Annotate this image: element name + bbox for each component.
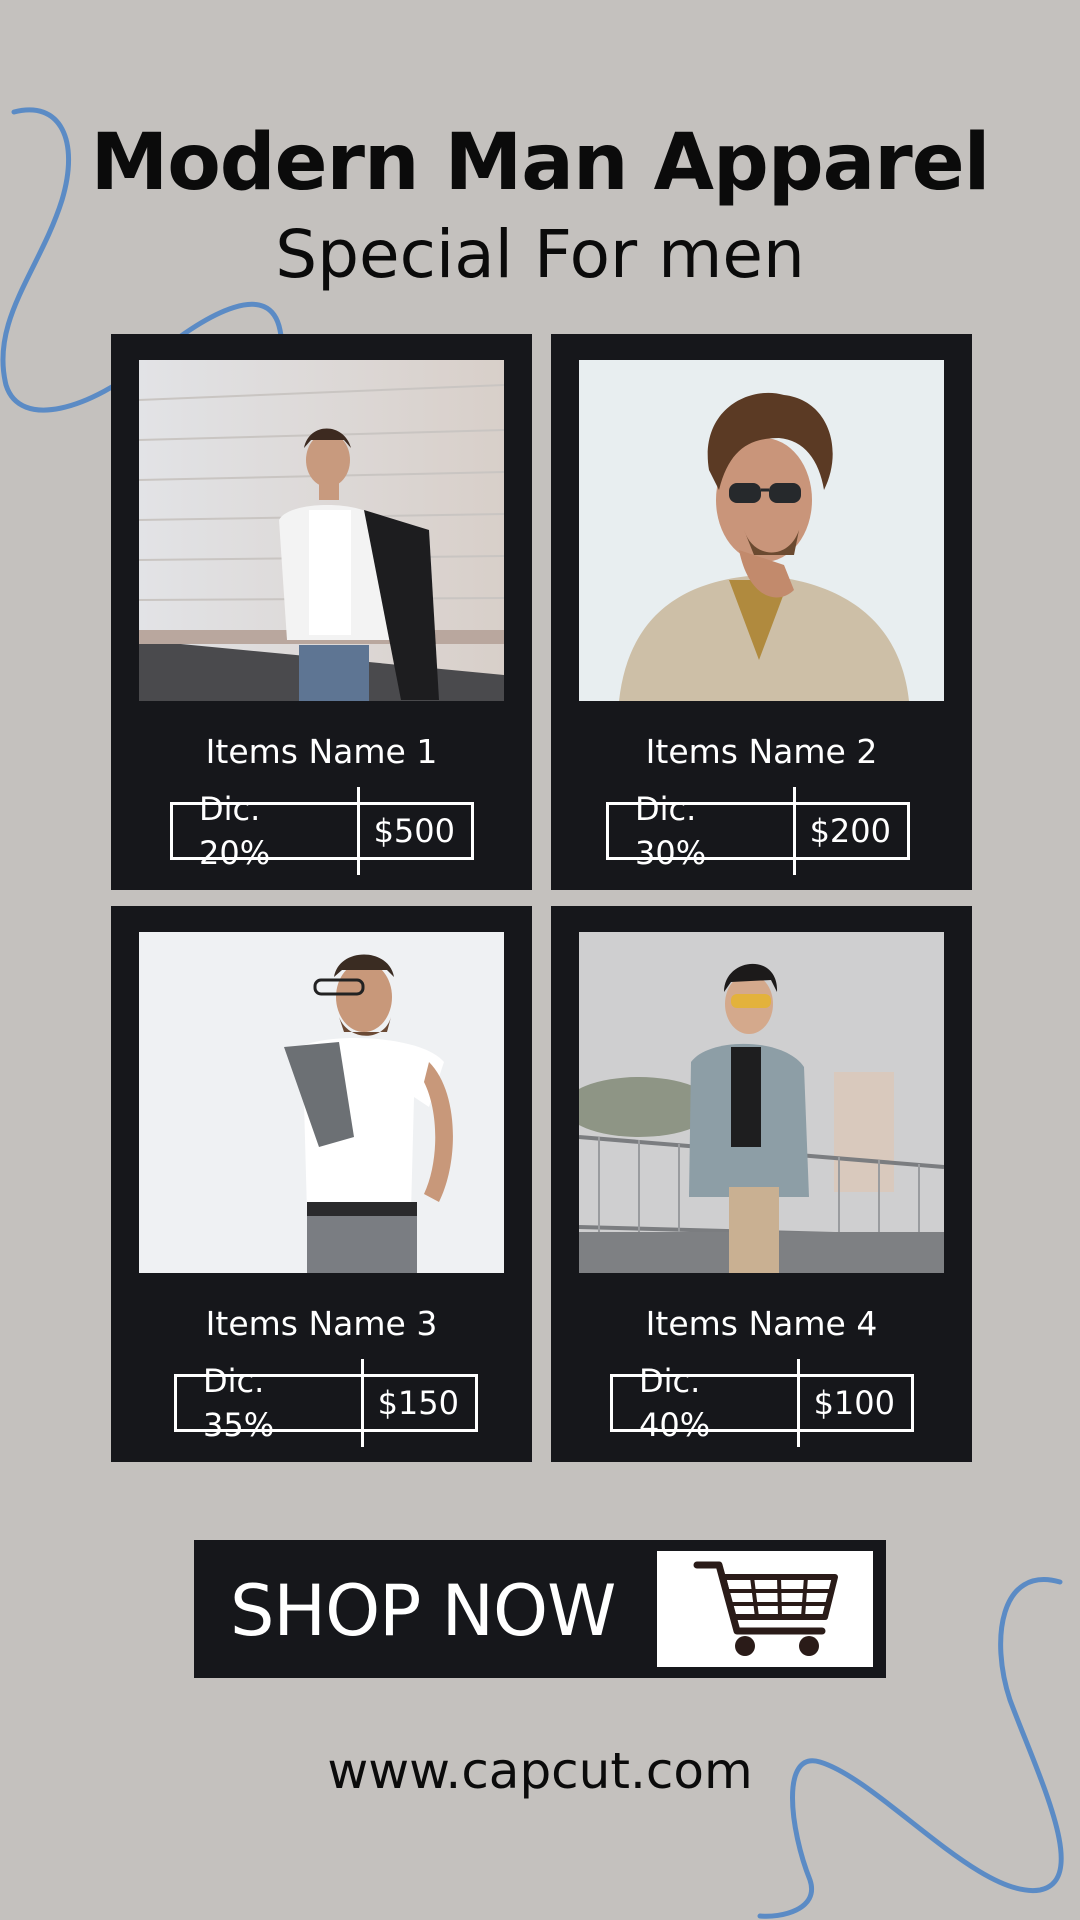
product-photo-1[interactable] bbox=[139, 360, 504, 701]
product-card-3[interactable]: Items Name 3 Dic. 35% $150 bbox=[111, 906, 532, 1462]
product-card-1[interactable]: Items Name 1 Dic. 20% $500 bbox=[111, 334, 532, 890]
product-card-4[interactable]: Items Name 4 Dic. 40% $100 bbox=[551, 906, 972, 1462]
price-label-4: $100 bbox=[813, 1384, 895, 1422]
product-card-2[interactable]: Items Name 2 Dic. 30% $200 bbox=[551, 334, 972, 890]
discount-label-1: Dic. 20% bbox=[173, 787, 360, 875]
shop-now-label: SHOP NOW bbox=[230, 1570, 616, 1652]
product-name-4: Items Name 4 bbox=[645, 1304, 878, 1343]
price-label-3: $150 bbox=[377, 1384, 459, 1422]
product-photo-3[interactable] bbox=[139, 932, 504, 1273]
price-tag-1: Dic. 20% $500 bbox=[170, 787, 474, 875]
discount-label-4: Dic. 40% bbox=[613, 1359, 800, 1447]
price-tag-4: Dic. 40% $100 bbox=[610, 1359, 914, 1447]
product-photo-4[interactable] bbox=[579, 932, 944, 1273]
shop-now-button[interactable]: SHOP NOW bbox=[194, 1540, 886, 1678]
product-photo-2[interactable] bbox=[579, 360, 944, 701]
page-subtitle: Special For men bbox=[275, 216, 805, 293]
discount-label-3: Dic. 35% bbox=[177, 1359, 364, 1447]
price-label-1: $500 bbox=[373, 812, 455, 850]
shopping-cart-icon bbox=[657, 1551, 873, 1667]
discount-label-2: Dic. 30% bbox=[609, 787, 796, 875]
product-name-3: Items Name 3 bbox=[205, 1304, 438, 1343]
website-url[interactable]: www.capcut.com bbox=[0, 1742, 1080, 1800]
product-name-2: Items Name 2 bbox=[645, 732, 878, 771]
price-tag-3: Dic. 35% $150 bbox=[174, 1359, 478, 1447]
product-name-1: Items Name 1 bbox=[205, 732, 438, 771]
price-label-2: $200 bbox=[809, 812, 891, 850]
price-tag-2: Dic. 30% $200 bbox=[606, 787, 910, 875]
page-title: Modern Man Apparel bbox=[90, 118, 991, 208]
